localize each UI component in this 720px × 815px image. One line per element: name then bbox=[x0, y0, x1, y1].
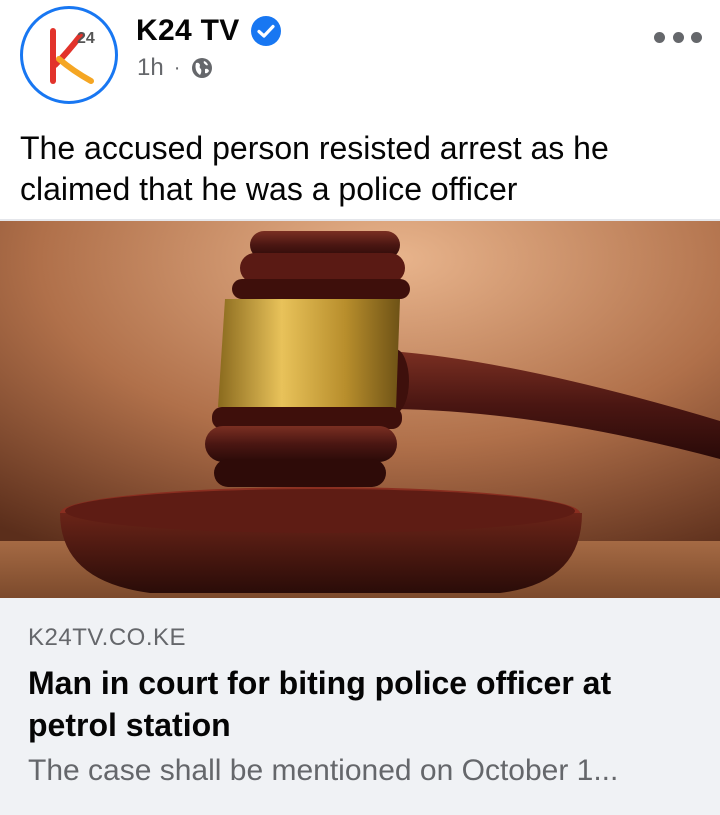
post-caption: The accused person resisted arrest as he… bbox=[20, 130, 609, 207]
verified-badge-icon bbox=[250, 16, 281, 46]
link-description: The case shall be mentioned on October 1… bbox=[28, 754, 619, 787]
svg-text:24: 24 bbox=[77, 30, 95, 47]
post-meta: 1h · bbox=[137, 54, 214, 82]
page-name[interactable]: K24 TV bbox=[136, 14, 240, 48]
more-options-icon[interactable] bbox=[654, 22, 702, 52]
post-header: 24 K24 TV 1h · bbox=[0, 0, 720, 115]
globe-icon bbox=[192, 58, 213, 78]
gavel-photo bbox=[0, 221, 720, 598]
meta-separator: · bbox=[173, 56, 181, 79]
page-name-row: K24 TV bbox=[136, 14, 282, 48]
page-avatar[interactable]: 24 bbox=[20, 6, 118, 104]
more-dot bbox=[654, 31, 665, 43]
link-preview-card[interactable]: K24TV.CO.KE Man in court for biting poli… bbox=[0, 598, 720, 815]
link-domain: K24TV.CO.KE bbox=[28, 624, 187, 651]
k24-logo: 24 bbox=[50, 28, 95, 84]
more-dot bbox=[672, 31, 684, 43]
more-dot bbox=[691, 31, 702, 43]
link-preview-image[interactable] bbox=[0, 221, 720, 598]
post-timestamp[interactable]: 1h bbox=[137, 54, 164, 82]
link-title[interactable]: Man in court for biting police officer a… bbox=[28, 662, 688, 746]
